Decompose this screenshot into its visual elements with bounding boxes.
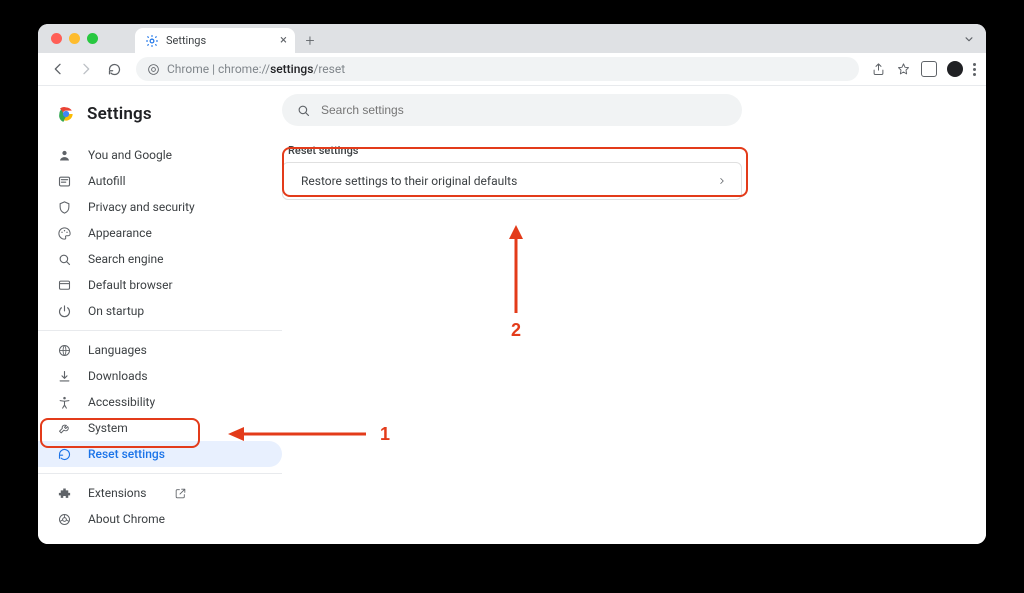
power-icon [56, 303, 72, 319]
browser-tab-settings[interactable]: Settings × [135, 28, 295, 53]
sidebar-item-system[interactable]: System [38, 415, 282, 441]
chrome-logo-icon [56, 104, 76, 124]
sidebar-item-extensions[interactable]: Extensions [38, 480, 282, 506]
close-window-button[interactable] [51, 33, 62, 44]
settings-search[interactable] [282, 94, 742, 126]
row-label: Restore settings to their original defau… [301, 174, 517, 188]
tab-title: Settings [166, 34, 206, 47]
sidebar-item-you-and-google[interactable]: You and Google [38, 142, 282, 168]
external-link-icon [174, 487, 187, 500]
extensions-toolbar-icon[interactable] [921, 61, 937, 77]
sidebar-item-about-chrome[interactable]: About Chrome [38, 506, 282, 532]
shield-icon [56, 199, 72, 215]
section-title: Reset settings [288, 144, 358, 157]
forward-button[interactable] [76, 59, 96, 79]
reload-button[interactable] [104, 59, 124, 79]
browser-window: Settings × + Chr [38, 24, 986, 544]
divider [38, 473, 282, 474]
sidebar-item-label: On startup [88, 304, 144, 318]
sidebar-item-on-startup[interactable]: On startup [38, 298, 282, 324]
accessibility-icon [56, 394, 72, 410]
sidebar-item-label: Reset settings [88, 447, 165, 461]
address-bar[interactable]: Chrome | chrome://settings/reset [136, 57, 859, 81]
maximize-window-button[interactable] [87, 33, 98, 44]
sidebar-item-label: Search engine [88, 252, 163, 266]
restore-icon [56, 446, 72, 462]
settings-header: Settings [38, 100, 282, 134]
minimize-window-button[interactable] [69, 33, 80, 44]
sidebar-item-label: Accessibility [88, 395, 155, 409]
sidebar-item-label: Appearance [88, 226, 152, 240]
share-icon[interactable] [871, 62, 886, 77]
kebab-menu-icon[interactable] [973, 63, 976, 76]
sidebar-item-default-browser[interactable]: Default browser [38, 272, 282, 298]
globe-icon [56, 342, 72, 358]
download-icon [56, 368, 72, 384]
search-icon [296, 103, 311, 118]
search-input[interactable] [321, 103, 728, 117]
chrome-icon [56, 511, 72, 527]
sidebar-item-search-engine[interactable]: Search engine [38, 246, 282, 272]
sidebar-item-languages[interactable]: Languages [38, 337, 282, 363]
sidebar-item-appearance[interactable]: Appearance [38, 220, 282, 246]
gear-icon [145, 34, 159, 48]
sidebar-item-accessibility[interactable]: Accessibility [38, 389, 282, 415]
restore-defaults-row[interactable]: Restore settings to their original defau… [282, 162, 742, 200]
sidebar-item-label: You and Google [88, 148, 172, 162]
sidebar-item-label: About Chrome [88, 512, 165, 526]
sidebar-item-reset-settings[interactable]: Reset settings [38, 441, 282, 467]
profile-avatar-icon[interactable] [947, 61, 963, 77]
new-tab-button[interactable]: + [302, 32, 318, 48]
content-area: Settings You and Google Autofill [38, 86, 986, 544]
address-text: Chrome | chrome://settings/reset [167, 62, 345, 76]
sidebar-item-label: System [88, 421, 128, 435]
sidebar-item-label: Default browser [88, 278, 173, 292]
settings-title: Settings [87, 104, 152, 124]
search-icon [56, 251, 72, 267]
site-info-icon[interactable] [146, 62, 160, 76]
sidebar-item-label: Privacy and security [88, 200, 195, 214]
sidebar-item-label: Autofill [88, 174, 126, 188]
wrench-icon [56, 420, 72, 436]
tabstrip-overflow-icon[interactable] [962, 32, 976, 46]
close-tab-icon[interactable]: × [280, 34, 287, 47]
toolbar: Chrome | chrome://settings/reset [38, 53, 986, 86]
toolbar-actions [871, 61, 976, 77]
chevron-right-icon [717, 176, 727, 186]
settings-main: Reset settings Restore settings to their… [282, 86, 986, 544]
bookmark-icon[interactable] [896, 62, 911, 77]
back-button[interactable] [48, 59, 68, 79]
palette-icon [56, 225, 72, 241]
sidebar-item-label: Downloads [88, 369, 148, 383]
window-controls [51, 33, 98, 44]
browser-icon [56, 277, 72, 293]
sidebar-item-privacy[interactable]: Privacy and security [38, 194, 282, 220]
divider [38, 330, 282, 331]
sidebar-item-downloads[interactable]: Downloads [38, 363, 282, 389]
settings-sidebar: Settings You and Google Autofill [38, 86, 282, 544]
settings-nav: You and Google Autofill Privacy and secu… [38, 142, 282, 532]
sidebar-item-autofill[interactable]: Autofill [38, 168, 282, 194]
sidebar-item-label: Languages [88, 343, 147, 357]
autofill-icon [56, 173, 72, 189]
person-icon [56, 147, 72, 163]
extension-icon [56, 485, 72, 501]
sidebar-item-label: Extensions [88, 486, 146, 500]
titlebar: Settings × + [38, 24, 986, 53]
